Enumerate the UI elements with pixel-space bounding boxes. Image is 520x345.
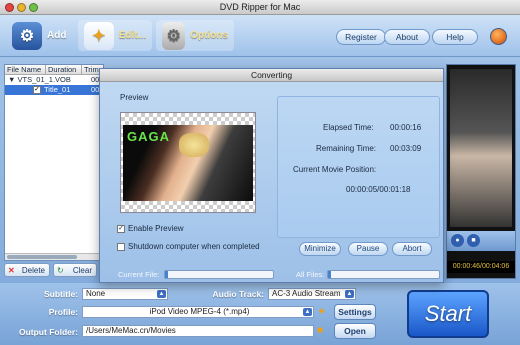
remaining-time-label: Remaining Time: xyxy=(316,144,377,153)
column-header-duration[interactable]: Duration xyxy=(46,65,82,74)
magic-wand-icon[interactable]: ✦ xyxy=(317,306,329,318)
help-button[interactable]: Help xyxy=(432,29,478,45)
snapshot-icon[interactable]: ● xyxy=(451,234,464,247)
preview-overlay-text: GAGA xyxy=(127,129,170,144)
preview-frame: GAGA xyxy=(123,125,253,201)
power-icon[interactable] xyxy=(490,28,507,45)
audio-track-label: Audio Track: xyxy=(212,289,264,299)
file-list-row[interactable]: ✓ Title_01 00 xyxy=(5,85,103,95)
about-button[interactable]: About xyxy=(384,29,430,45)
folder-icon[interactable]: ■ xyxy=(467,234,480,247)
file-list-header: File Name Duration Trimmed L xyxy=(5,65,103,75)
chevron-updown-icon: ▲ xyxy=(303,308,312,316)
scrollbar-thumb[interactable] xyxy=(7,255,77,259)
add-label: Add xyxy=(47,30,67,41)
chevron-updown-icon: ▲ xyxy=(345,290,354,298)
preview-face xyxy=(179,133,209,157)
settings-button[interactable]: Settings xyxy=(334,304,376,320)
window-titlebar: DVD Ripper for Mac xyxy=(0,0,520,15)
audio-track-value: AC-3 Audio Stream xyxy=(272,289,341,298)
subtitle-select[interactable]: None ▲ xyxy=(82,288,168,300)
player-time-display: 00:00:46/00:04:06 xyxy=(447,261,515,273)
title-name: Title_01 xyxy=(44,85,71,94)
elapsed-time-label: Elapsed Time: xyxy=(323,123,374,132)
minimize-button[interactable]: Minimize xyxy=(299,242,341,256)
movie-position-value: 00:00:05/00:01:18 xyxy=(346,185,411,194)
video-frame xyxy=(450,69,512,227)
refresh-icon: ↻ xyxy=(57,266,64,275)
file-name: VTS_01_1.VOB xyxy=(17,75,71,84)
app-window: DVD Ripper for Mac ⚙ Add ✦ Edit... ⚙ Opt… xyxy=(0,0,520,345)
enable-preview-checkbox[interactable]: ✓ xyxy=(117,225,125,233)
abort-button[interactable]: Abort xyxy=(392,242,432,256)
output-folder-field[interactable]: /Users/MeMac.cn/Movies xyxy=(82,325,314,337)
pause-button[interactable]: Pause xyxy=(348,242,388,256)
profile-select[interactable]: iPod Video MPEG-4 (*.mp4) ▲ xyxy=(82,306,314,318)
delete-button[interactable]: ✕ Delete xyxy=(4,263,50,277)
profile-label: Profile: xyxy=(48,307,78,317)
output-folder-label: Output Folder: xyxy=(18,327,78,337)
current-file-label: Current File: xyxy=(118,270,160,279)
options-button[interactable]: ⚙ Options xyxy=(156,20,234,51)
clear-button[interactable]: ↻ Clear xyxy=(53,263,97,277)
clear-label: Clear xyxy=(72,266,92,275)
video-player-panel: ● ■ 00:00:46/00:04:06 xyxy=(446,64,516,279)
profile-value: iPod Video MPEG-4 (*.mp4) xyxy=(149,307,250,316)
subtitle-label: Subtitle: xyxy=(44,289,78,299)
enable-preview-label: Enable Preview xyxy=(128,224,184,233)
output-folder-value: /Users/MeMac.cn/Movies xyxy=(86,326,176,335)
chevron-updown-icon: ▲ xyxy=(157,290,166,298)
title-checkbox[interactable]: ✓ xyxy=(33,86,41,94)
all-files-progress-fill xyxy=(328,271,332,278)
edit-button[interactable]: ✦ Edit... xyxy=(78,20,152,51)
add-button[interactable]: ⚙ Add xyxy=(6,20,72,51)
all-files-label: All Files: xyxy=(296,270,325,279)
folder-icon[interactable]: ■ xyxy=(317,325,329,337)
options-label: Options xyxy=(190,30,228,41)
audio-track-select[interactable]: AC-3 Audio Stream ▲ xyxy=(268,288,356,300)
close-window-button[interactable] xyxy=(5,3,14,12)
shutdown-checkbox[interactable] xyxy=(117,243,125,251)
film-reel-icon: ⚙ xyxy=(12,21,42,50)
column-header-file-name[interactable]: File Name xyxy=(5,65,46,74)
horizontal-scrollbar[interactable] xyxy=(5,253,103,260)
delete-x-icon: ✕ xyxy=(8,266,15,275)
conversion-info-box: Elapsed Time: 00:00:16 Remaining Time: 0… xyxy=(277,96,440,238)
shutdown-label: Shutdown computer when completed xyxy=(128,242,260,251)
edit-label: Edit... xyxy=(118,30,146,41)
player-controls: ● ■ xyxy=(447,231,515,251)
open-button[interactable]: Open xyxy=(334,323,376,339)
disclosure-triangle-icon[interactable]: ▼ xyxy=(8,75,15,84)
preview-label: Preview xyxy=(120,93,149,102)
current-file-progress xyxy=(164,270,274,279)
gear-icon: ⚙ xyxy=(162,21,186,50)
register-button[interactable]: Register xyxy=(336,29,386,45)
all-files-progress xyxy=(327,270,440,279)
zoom-window-button[interactable] xyxy=(29,3,38,12)
file-list-row[interactable]: ▼ VTS_01_1.VOB 00 xyxy=(5,75,103,85)
current-file-progress-fill xyxy=(165,271,169,278)
file-list-panel: File Name Duration Trimmed L ▼ VTS_01_1.… xyxy=(4,64,104,261)
elapsed-time-value: 00:00:16 xyxy=(390,123,422,132)
start-button[interactable]: Start xyxy=(407,290,489,338)
dialog-title: Converting xyxy=(100,69,443,82)
toolbar: ⚙ Add ✦ Edit... ⚙ Options Register About… xyxy=(0,15,520,57)
minimize-window-button[interactable] xyxy=(17,3,26,12)
window-title: DVD Ripper for Mac xyxy=(219,2,301,12)
subtitle-value: None xyxy=(86,289,106,298)
converting-dialog: Converting Preview GAGA ✓ Enable Preview… xyxy=(99,68,444,283)
remaining-time-value: 00:03:09 xyxy=(390,144,422,153)
preview-area: GAGA xyxy=(120,112,256,213)
magic-wand-icon: ✦ xyxy=(84,21,114,50)
movie-position-label: Current Movie Position: xyxy=(293,165,377,174)
delete-label: Delete xyxy=(21,266,45,275)
